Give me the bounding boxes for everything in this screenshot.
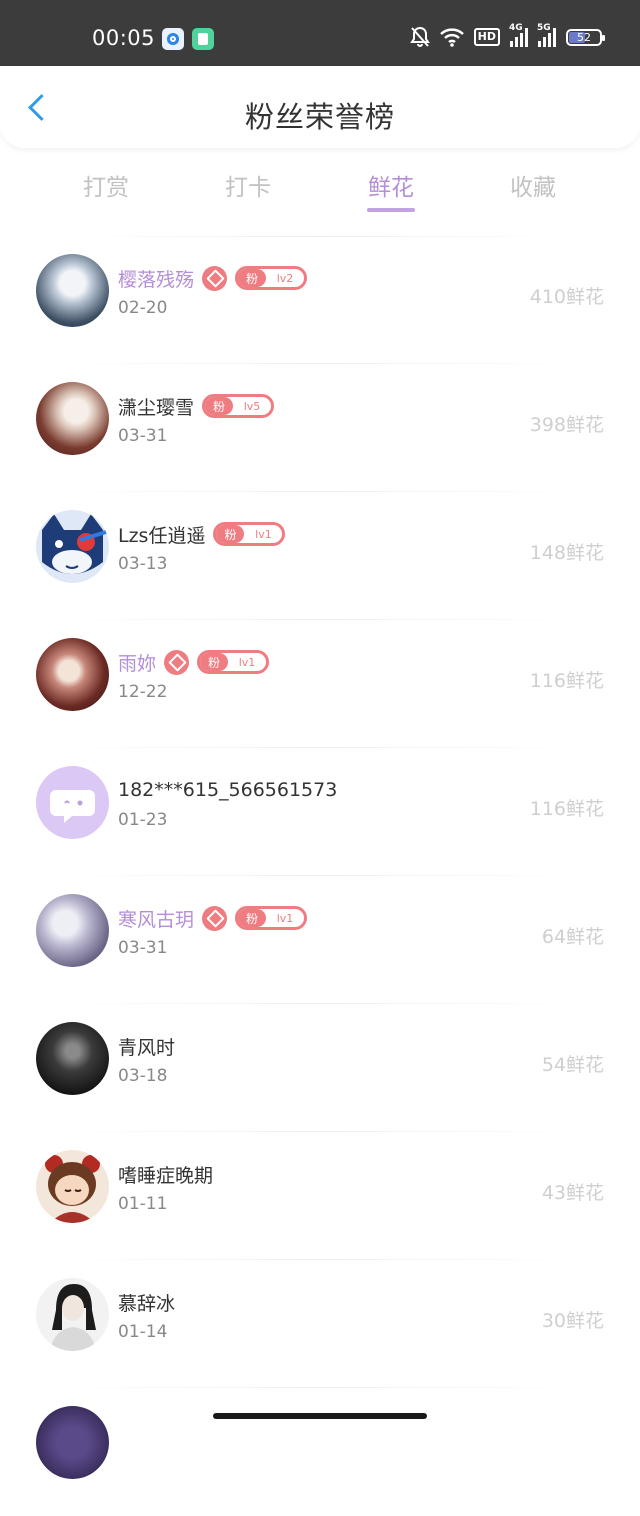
mute-bell-icon [409, 26, 430, 48]
fan-level-badge: 粉 lv2 [235, 266, 308, 290]
fan-date: 02-20 [118, 298, 168, 318]
tab-favorites[interactable]: 收藏 [493, 168, 573, 202]
fan-date: 01-23 [118, 810, 168, 830]
avatar[interactable] [36, 766, 109, 839]
fan-amount: 64鲜花 [541, 926, 604, 948]
fan-date: 03-13 [118, 554, 168, 574]
diamond-vip-icon [164, 649, 190, 675]
tab-checkin[interactable]: 打卡 [208, 168, 288, 202]
fan-date: 12-22 [118, 682, 168, 702]
fan-amount: 116鲜花 [529, 798, 604, 820]
fan-level-badge: 粉 lv1 [213, 522, 286, 546]
fan-date: 01-11 [118, 1194, 168, 1214]
fan-amount: 116鲜花 [529, 670, 604, 692]
fan-name: 寒风古玥 [118, 908, 195, 931]
fan-amount: 43鲜花 [541, 1182, 604, 1204]
status-time: 00:05 [92, 26, 156, 50]
fan-date: 03-31 [118, 426, 168, 446]
diamond-vip-icon [202, 905, 228, 931]
signal-4g-icon: 4G [509, 23, 528, 47]
fan-level-badge: 粉 lv5 [202, 394, 275, 418]
avatar[interactable] [36, 510, 109, 583]
fan-level-badge: 粉 lv1 [235, 906, 308, 930]
avatar[interactable] [36, 1278, 109, 1351]
list-item[interactable]: 慕辞冰 01-14 30鲜花 [0, 1260, 640, 1388]
avatar[interactable] [36, 894, 109, 967]
active-tab-indicator [367, 208, 415, 212]
list-item[interactable]: Lzs任逍遥 粉 lv1 03-13 148鲜花 [0, 492, 640, 620]
tab-bar: 打赏 打卡 鲜花 收藏 [0, 160, 640, 220]
tab-reward[interactable]: 打赏 [66, 168, 146, 202]
list-item[interactable]: 潇尘璎雪 粉 lv5 03-31 398鲜花 [0, 364, 640, 492]
avatar[interactable] [36, 1150, 109, 1223]
book-app-icon [192, 28, 214, 50]
fan-name: 潇尘璎雪 [118, 396, 195, 419]
signal-5g-icon: 5G [537, 23, 556, 47]
fan-name: 青风时 [118, 1036, 176, 1059]
fan-amount: 54鲜花 [541, 1054, 604, 1076]
fan-name: 雨妳 [118, 652, 157, 675]
fan-amount: 148鲜花 [529, 542, 604, 564]
avatar[interactable] [36, 382, 109, 455]
list-item[interactable]: 嗜睡症晚期 01-11 43鲜花 [0, 1132, 640, 1260]
avatar[interactable] [36, 638, 109, 711]
fan-amount: 410鲜花 [529, 286, 604, 308]
avatar[interactable] [36, 254, 109, 327]
diamond-vip-icon [202, 265, 228, 291]
fan-amount: 30鲜花 [541, 1310, 604, 1332]
home-indicator [213, 1413, 427, 1419]
hd-voice-icon: HD [473, 28, 500, 46]
app-notification-icon [162, 28, 184, 50]
battery-icon: 52 [566, 28, 605, 46]
list-item[interactable]: 寒风古玥 粉 lv1 03-31 64鲜花 [0, 876, 640, 1004]
list-item[interactable]: 雨妳 粉 lv1 12-22 116鲜花 [0, 620, 640, 748]
avatar[interactable] [36, 1022, 109, 1095]
avatar[interactable] [36, 1406, 109, 1479]
fan-name: 樱落残殇 [118, 268, 195, 291]
list-item[interactable] [0, 1388, 640, 1516]
tab-flowers[interactable]: 鲜花 [351, 168, 431, 202]
status-bar: 00:05 HD 4G 5G 52 [0, 0, 640, 66]
fan-name: Lzs任逍遥 [118, 524, 206, 547]
list-item[interactable]: 樱落残殇 粉 lv2 02-20 410鲜花 [0, 236, 640, 364]
fan-name: 嗜睡症晚期 [118, 1164, 214, 1187]
fan-date: 03-18 [118, 1066, 168, 1086]
fan-amount: 398鲜花 [529, 414, 604, 436]
fan-level-badge: 粉 lv1 [197, 650, 270, 674]
wifi-icon [439, 27, 464, 47]
list-item[interactable]: 182***615_566561573 01-23 116鲜花 [0, 748, 640, 876]
fan-date: 01-14 [118, 1322, 168, 1342]
fan-list: 樱落残殇 粉 lv2 02-20 410鲜花 潇尘璎雪 粉 lv5 03-31 39… [0, 236, 640, 1516]
list-item[interactable]: 青风时 03-18 54鲜花 [0, 1004, 640, 1132]
fan-date: 03-31 [118, 938, 168, 958]
page-title: 粉丝荣誉榜 [244, 100, 395, 134]
page-header: 粉丝荣誉榜 [0, 66, 640, 148]
fan-name: 182***615_566561573 [118, 779, 338, 801]
fan-name: 慕辞冰 [118, 1292, 176, 1315]
